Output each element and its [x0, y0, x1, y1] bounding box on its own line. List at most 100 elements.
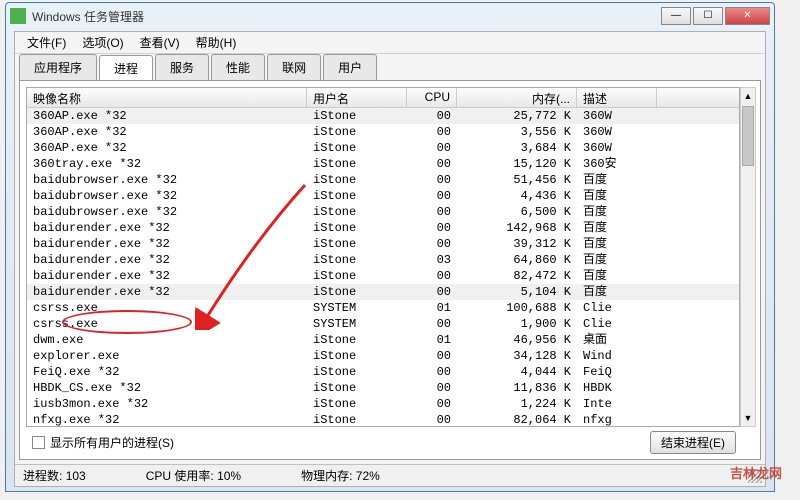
titlebar[interactable]: Windows 任务管理器 — ☐ ✕	[6, 3, 774, 29]
show-all-users-label: 显示所有用户的进程(S)	[50, 434, 174, 451]
cell-desc: Clie	[577, 300, 657, 316]
cell-cpu: 00	[407, 108, 457, 124]
cell-name: FeiQ.exe *32	[27, 364, 307, 380]
cell-mem: 3,684 K	[457, 140, 577, 156]
tab-processes[interactable]: 进程	[99, 55, 153, 81]
minimize-button[interactable]: —	[661, 7, 691, 25]
table-row[interactable]: baidurender.exe *32iStone0364,860 K百度	[27, 252, 739, 268]
cell-desc: FeiQ	[577, 364, 657, 380]
scroll-up-icon[interactable]: ▲	[741, 88, 755, 104]
cell-user: iStone	[307, 268, 407, 284]
cell-name: baidurender.exe *32	[27, 268, 307, 284]
table-row[interactable]: 360AP.exe *32iStone003,556 K360W	[27, 124, 739, 140]
cell-desc: 百度	[577, 252, 657, 268]
table-row[interactable]: iusb3mon.exe *32iStone001,224 KInte	[27, 396, 739, 412]
cell-mem: 1,900 K	[457, 316, 577, 332]
process-listview[interactable]: 映像名称 用户名 CPU 内存(... 描述 360AP.exe *32iSto…	[26, 87, 740, 427]
menu-help[interactable]: 帮助(H)	[188, 32, 245, 53]
table-row[interactable]: FeiQ.exe *32iStone004,044 KFeiQ	[27, 364, 739, 380]
show-all-users-option[interactable]: 显示所有用户的进程(S)	[32, 434, 174, 451]
cell-user: iStone	[307, 348, 407, 364]
table-row[interactable]: csrss.exeSYSTEM01100,688 KClie	[27, 300, 739, 316]
table-row[interactable]: baidurender.exe *32iStone005,104 K百度	[27, 284, 739, 300]
table-row[interactable]: nfxg.exe *32iStone0082,064 Knfxg	[27, 412, 739, 426]
cell-desc: 百度	[577, 204, 657, 220]
cell-name: baidurender.exe *32	[27, 284, 307, 300]
cell-user: iStone	[307, 252, 407, 268]
cell-mem: 3,556 K	[457, 124, 577, 140]
menu-view[interactable]: 查看(V)	[132, 32, 188, 53]
cell-cpu: 00	[407, 364, 457, 380]
cell-desc: HBDK	[577, 380, 657, 396]
table-row[interactable]: 360AP.exe *32iStone0025,772 K360W	[27, 108, 739, 124]
column-header-desc[interactable]: 描述	[577, 88, 657, 107]
cell-name: csrss.exe	[27, 300, 307, 316]
table-row[interactable]: baidurender.exe *32iStone00142,968 K百度	[27, 220, 739, 236]
cell-cpu: 00	[407, 380, 457, 396]
status-memory-usage: 物理内存: 72%	[301, 467, 380, 484]
cell-name: iusb3mon.exe *32	[27, 396, 307, 412]
table-row[interactable]: baidurender.exe *32iStone0082,472 K百度	[27, 268, 739, 284]
column-header-cpu[interactable]: CPU	[407, 88, 457, 107]
cell-mem: 4,436 K	[457, 188, 577, 204]
cell-desc: 360W	[577, 124, 657, 140]
watermark: 吉林龙网	[730, 463, 782, 482]
cell-mem: 64,860 K	[457, 252, 577, 268]
table-row[interactable]: dwm.exeiStone0146,956 K桌面	[27, 332, 739, 348]
tab-performance[interactable]: 性能	[211, 54, 265, 80]
status-process-count: 进程数: 103	[23, 467, 86, 484]
cell-user: iStone	[307, 188, 407, 204]
cell-mem: 4,044 K	[457, 364, 577, 380]
table-row[interactable]: baidubrowser.exe *32iStone006,500 K百度	[27, 204, 739, 220]
cell-desc: 桌面	[577, 332, 657, 348]
tab-services[interactable]: 服务	[155, 54, 209, 80]
cell-mem: 25,772 K	[457, 108, 577, 124]
tab-network[interactable]: 联网	[267, 54, 321, 80]
tab-users[interactable]: 用户	[323, 54, 377, 80]
scroll-down-icon[interactable]: ▼	[741, 410, 755, 426]
table-row[interactable]: explorer.exeiStone0034,128 KWind	[27, 348, 739, 364]
menu-file[interactable]: 文件(F)	[19, 32, 74, 53]
column-header-user[interactable]: 用户名	[307, 88, 407, 107]
maximize-button[interactable]: ☐	[693, 7, 723, 25]
cell-mem: 39,312 K	[457, 236, 577, 252]
column-header-name[interactable]: 映像名称	[27, 88, 307, 107]
cell-mem: 82,472 K	[457, 268, 577, 284]
cell-user: iStone	[307, 172, 407, 188]
listview-header: 映像名称 用户名 CPU 内存(... 描述	[27, 88, 739, 108]
vertical-scrollbar[interactable]: ▲ ▼	[740, 87, 756, 427]
close-button[interactable]: ✕	[725, 7, 770, 25]
cell-name: nfxg.exe *32	[27, 412, 307, 426]
cell-cpu: 00	[407, 156, 457, 172]
scroll-thumb[interactable]	[742, 106, 754, 166]
listview-body[interactable]: 360AP.exe *32iStone0025,772 K360W360AP.e…	[27, 108, 739, 426]
table-row[interactable]: baidubrowser.exe *32iStone0051,456 K百度	[27, 172, 739, 188]
cell-name: baidubrowser.exe *32	[27, 172, 307, 188]
cell-name: 360AP.exe *32	[27, 140, 307, 156]
table-row[interactable]: baidubrowser.exe *32iStone004,436 K百度	[27, 188, 739, 204]
table-row[interactable]: 360AP.exe *32iStone003,684 K360W	[27, 140, 739, 156]
cell-user: iStone	[307, 412, 407, 426]
cell-desc: 360W	[577, 140, 657, 156]
tab-content: 映像名称 用户名 CPU 内存(... 描述 360AP.exe *32iSto…	[19, 80, 761, 460]
cell-cpu: 00	[407, 284, 457, 300]
cell-desc: 百度	[577, 236, 657, 252]
table-row[interactable]: csrss.exeSYSTEM001,900 KClie	[27, 316, 739, 332]
end-process-button[interactable]: 结束进程(E)	[650, 431, 736, 454]
cell-cpu: 01	[407, 332, 457, 348]
cell-name: 360AP.exe *32	[27, 124, 307, 140]
cell-name: 360tray.exe *32	[27, 156, 307, 172]
table-row[interactable]: HBDK_CS.exe *32iStone0011,836 KHBDK	[27, 380, 739, 396]
cell-user: iStone	[307, 332, 407, 348]
show-all-users-checkbox[interactable]	[32, 436, 45, 449]
cell-name: explorer.exe	[27, 348, 307, 364]
table-row[interactable]: 360tray.exe *32iStone0015,120 K360安	[27, 156, 739, 172]
menu-options[interactable]: 选项(O)	[74, 32, 131, 53]
cell-user: iStone	[307, 236, 407, 252]
cell-cpu: 00	[407, 396, 457, 412]
cell-cpu: 03	[407, 252, 457, 268]
table-row[interactable]: baidurender.exe *32iStone0039,312 K百度	[27, 236, 739, 252]
column-header-mem[interactable]: 内存(...	[457, 88, 577, 107]
cell-desc: Inte	[577, 396, 657, 412]
tab-applications[interactable]: 应用程序	[19, 54, 97, 80]
